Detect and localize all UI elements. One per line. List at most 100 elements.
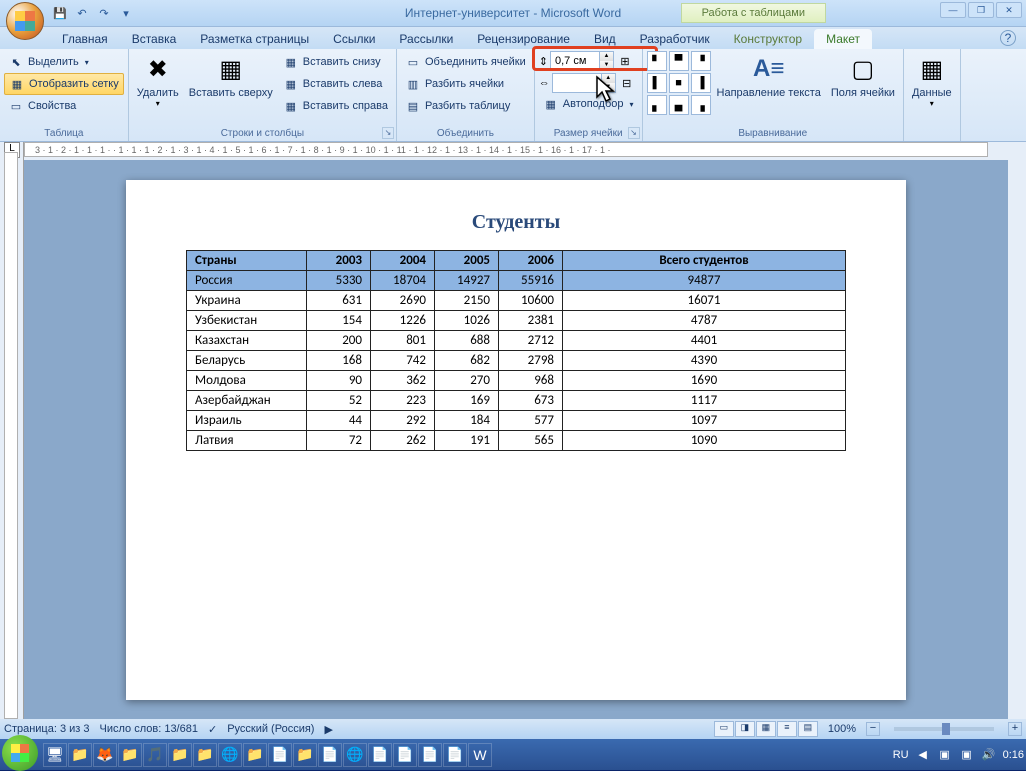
- tab-home[interactable]: Главная: [50, 29, 120, 49]
- insert-left-button[interactable]: ▦Вставить слева: [279, 73, 392, 95]
- table-header[interactable]: Всего студентов: [563, 251, 846, 271]
- insert-above-button[interactable]: ▦Вставить сверху: [185, 51, 277, 101]
- col-width-input[interactable]: ▲▼: [552, 73, 616, 93]
- tray-volume-icon[interactable]: 🔊: [981, 747, 997, 763]
- data-button[interactable]: ▦Данные▾: [908, 51, 956, 110]
- align-mc[interactable]: ■: [669, 73, 689, 93]
- dialog-launcher[interactable]: ↘: [628, 127, 640, 139]
- taskbar-app[interactable]: 📁: [68, 743, 92, 767]
- taskbar-app[interactable]: 📄: [368, 743, 392, 767]
- tab-mailings[interactable]: Рассылки: [387, 29, 465, 49]
- taskbar-app[interactable]: 🌐: [343, 743, 367, 767]
- undo-icon[interactable]: ↶: [72, 3, 92, 23]
- split-cells-button[interactable]: ▥Разбить ячейки: [401, 73, 530, 95]
- tray-time[interactable]: 0:16: [1003, 749, 1024, 761]
- taskbar-app[interactable]: 🦊: [93, 743, 117, 767]
- tray-icon[interactable]: ▣: [959, 747, 975, 763]
- word-count[interactable]: Число слов: 13/681: [100, 723, 198, 735]
- table-row[interactable]: Казахстан20080168827124401: [187, 331, 846, 351]
- taskbar-app[interactable]: 📁: [243, 743, 267, 767]
- zoom-out-button[interactable]: −: [866, 722, 880, 736]
- autofit-button[interactable]: ▦Автоподбор▾: [539, 93, 638, 115]
- align-bl[interactable]: ▖: [647, 95, 667, 115]
- delete-button[interactable]: ✖Удалить▾: [133, 51, 183, 110]
- table-row[interactable]: Россия533018704149275591694877: [187, 271, 846, 291]
- maximize-button[interactable]: ❐: [968, 2, 994, 18]
- table-header[interactable]: 2006: [499, 251, 563, 271]
- tab-view[interactable]: Вид: [582, 29, 628, 49]
- zoom-in-button[interactable]: +: [1008, 722, 1022, 736]
- taskbar-app[interactable]: 📄: [418, 743, 442, 767]
- spinner-down[interactable]: ▼: [601, 83, 615, 92]
- taskbar-app[interactable]: 📁: [293, 743, 317, 767]
- merge-cells-button[interactable]: ▭Объединить ячейки: [401, 51, 530, 73]
- taskbar-app[interactable]: W: [468, 743, 492, 767]
- table-header[interactable]: 2003: [307, 251, 371, 271]
- taskbar-app[interactable]: 📄: [393, 743, 417, 767]
- taskbar-app[interactable]: 📄: [443, 743, 467, 767]
- tab-layout[interactable]: Макет: [814, 29, 872, 49]
- table-header[interactable]: 2004: [371, 251, 435, 271]
- page-number[interactable]: Страница: 3 из 3: [4, 723, 90, 735]
- tray-icon[interactable]: ◀: [915, 747, 931, 763]
- page-viewport[interactable]: Студенты Страны2003200420052006Всего сту…: [24, 160, 1008, 719]
- taskbar-app[interactable]: 📁: [193, 743, 217, 767]
- tab-constructor[interactable]: Конструктор: [722, 29, 814, 49]
- macro-icon[interactable]: ▶: [324, 723, 332, 736]
- close-button[interactable]: ✕: [996, 2, 1022, 18]
- spinner-up[interactable]: ▲: [599, 52, 613, 61]
- taskbar-app[interactable]: 📁: [118, 743, 142, 767]
- save-icon[interactable]: 💾: [50, 3, 70, 23]
- taskbar-app[interactable]: 📄: [268, 743, 292, 767]
- table-header[interactable]: 2005: [435, 251, 499, 271]
- row-height-input[interactable]: ▲▼: [550, 51, 614, 71]
- cell-margins-button[interactable]: ▢Поля ячейки: [827, 51, 899, 101]
- tray-network-icon[interactable]: ▣: [937, 747, 953, 763]
- table-row[interactable]: Молдова903622709681690: [187, 371, 846, 391]
- tab-page-layout[interactable]: Разметка страницы: [188, 29, 321, 49]
- table-row[interactable]: Азербайджан522231696731117: [187, 391, 846, 411]
- zoom-level[interactable]: 100%: [828, 723, 856, 735]
- align-bc[interactable]: ▄: [669, 95, 689, 115]
- table-row[interactable]: Беларусь16874268227984390: [187, 351, 846, 371]
- align-br[interactable]: ▗: [691, 95, 711, 115]
- properties-button[interactable]: ▭Свойства: [4, 95, 124, 117]
- dialog-launcher[interactable]: ↘: [382, 127, 394, 139]
- tab-developer[interactable]: Разработчик: [628, 29, 722, 49]
- view-full-screen[interactable]: ◨: [735, 721, 755, 737]
- taskbar-app[interactable]: 📁: [168, 743, 192, 767]
- help-icon[interactable]: ?: [1000, 30, 1016, 46]
- taskbar-app[interactable]: 🌐: [218, 743, 242, 767]
- align-tl[interactable]: ▘: [647, 51, 667, 71]
- start-button[interactable]: [2, 735, 38, 771]
- tab-insert[interactable]: Вставка: [120, 29, 189, 49]
- table-row[interactable]: Израиль442921845771097: [187, 411, 846, 431]
- text-direction-button[interactable]: A≡Направление текста: [713, 51, 825, 101]
- row-height-field[interactable]: [551, 55, 599, 67]
- table-row[interactable]: Латвия722621915651090: [187, 431, 846, 451]
- view-draft[interactable]: ▤: [798, 721, 818, 737]
- zoom-slider[interactable]: [894, 727, 994, 731]
- insert-right-button[interactable]: ▦Вставить справа: [279, 95, 392, 117]
- table-header[interactable]: Страны: [187, 251, 307, 271]
- view-outline[interactable]: ≡: [777, 721, 797, 737]
- align-mr[interactable]: ▐: [691, 73, 711, 93]
- table-row[interactable]: Узбекистан1541226102623814787: [187, 311, 846, 331]
- split-table-button[interactable]: ▤Разбить таблицу: [401, 95, 530, 117]
- students-table[interactable]: Страны2003200420052006Всего студентов Ро…: [186, 250, 846, 451]
- insert-below-button[interactable]: ▦Вставить снизу: [279, 51, 392, 73]
- tab-review[interactable]: Рецензирование: [465, 29, 582, 49]
- spinner-up[interactable]: ▲: [601, 74, 615, 83]
- minimize-button[interactable]: —: [940, 2, 966, 18]
- distribute-cols-icon[interactable]: ⊟: [618, 77, 636, 90]
- spinner-down[interactable]: ▼: [599, 61, 613, 70]
- tab-references[interactable]: Ссылки: [321, 29, 387, 49]
- qat-customize-icon[interactable]: ▾: [116, 3, 136, 23]
- align-tc[interactable]: ▀: [669, 51, 689, 71]
- taskbar-app[interactable]: 🖥: [43, 743, 67, 767]
- show-gridlines-button[interactable]: ▦Отобразить сетку: [4, 73, 124, 95]
- align-tr[interactable]: ▝: [691, 51, 711, 71]
- office-button[interactable]: [6, 2, 44, 40]
- select-button[interactable]: ⬉Выделить▾: [4, 51, 124, 73]
- vertical-scrollbar[interactable]: [1008, 142, 1026, 719]
